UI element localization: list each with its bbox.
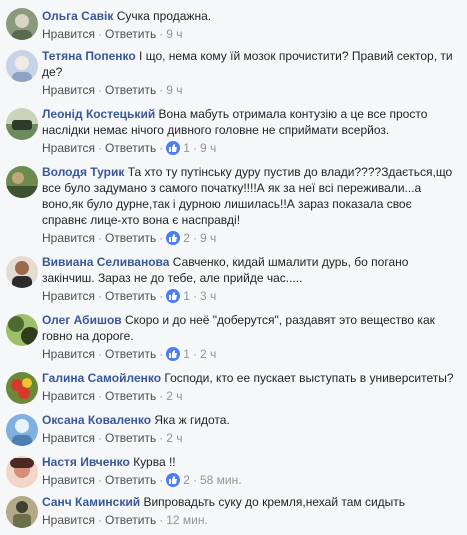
avatar[interactable]: [6, 8, 38, 40]
like-reaction-icon[interactable]: [166, 473, 181, 487]
like-link[interactable]: Нравится: [42, 83, 95, 97]
avatar[interactable]: [6, 414, 38, 446]
reply-link[interactable]: Ответить: [105, 231, 156, 245]
reply-link[interactable]: Ответить: [105, 389, 156, 403]
reaction-count[interactable]: 2: [183, 473, 190, 487]
like-link[interactable]: Нравится: [42, 289, 95, 303]
comment-time[interactable]: 9 ч: [166, 83, 182, 97]
author-name[interactable]: Ольга Савік: [42, 9, 113, 23]
comment-time[interactable]: 9 ч: [166, 27, 182, 41]
reply-link[interactable]: Ответить: [105, 431, 156, 445]
comment-actions: Нравится · Ответить · 1 · 9 ч: [42, 141, 217, 155]
comment-actions: Нравится · Ответить · 1 · 3 ч: [42, 289, 217, 303]
comment-actions: Нравится · Ответить · 12 мин.: [42, 513, 208, 527]
avatar[interactable]: [6, 372, 38, 404]
like-link[interactable]: Нравится: [42, 513, 95, 527]
reaction-count[interactable]: 1: [183, 347, 190, 361]
comment-time[interactable]: 2 ч: [166, 431, 182, 445]
author-name[interactable]: Леонід Костецький: [42, 107, 155, 121]
comment-actions: Нравится · Ответить · 9 ч: [42, 27, 183, 41]
comment-time[interactable]: 3 ч: [200, 289, 216, 303]
author-name[interactable]: Олег Абишов: [42, 313, 122, 327]
comment-actions: Нравится · Ответить · 2 · 58 мин.: [42, 473, 242, 487]
avatar[interactable]: [6, 108, 38, 140]
like-link[interactable]: Нравится: [42, 431, 95, 445]
like-link[interactable]: Нравится: [42, 141, 95, 155]
author-name[interactable]: Оксана Коваленко: [42, 413, 151, 427]
like-reaction-icon[interactable]: [166, 289, 181, 303]
like-link[interactable]: Нравится: [42, 473, 95, 487]
reply-link[interactable]: Ответить: [105, 289, 156, 303]
like-reaction-icon[interactable]: [166, 347, 181, 361]
reply-link[interactable]: Ответить: [105, 513, 156, 527]
comment-actions: Нравится · Ответить · 2 ч: [42, 431, 183, 445]
comment-time[interactable]: 2 ч: [200, 347, 216, 361]
comment-list: Ольга Савік Сучка продажна. Нравится · Отв…: [0, 0, 467, 535]
like-link[interactable]: Нравится: [42, 231, 95, 245]
comment-time[interactable]: 58 мин.: [200, 473, 242, 487]
comment-text: Курва !!: [133, 455, 176, 469]
comment-text: Господи, кто ее пускает выступать в унив…: [164, 371, 454, 385]
like-reaction-icon[interactable]: [166, 231, 181, 245]
author-name[interactable]: Тетяна Попенко: [42, 49, 136, 63]
reply-link[interactable]: Ответить: [105, 83, 156, 97]
like-reaction-icon[interactable]: [166, 141, 181, 155]
comment-time[interactable]: 12 мин.: [166, 513, 208, 527]
avatar[interactable]: [6, 50, 38, 82]
comment-actions: Нравится · Ответить · 1 · 2 ч: [42, 347, 217, 361]
reply-link[interactable]: Ответить: [105, 141, 156, 155]
comment-actions: Нравится · Ответить · 9 ч: [42, 83, 183, 97]
avatar[interactable]: [6, 166, 38, 198]
avatar[interactable]: [6, 314, 38, 346]
author-name[interactable]: Санч Каминский: [42, 495, 140, 509]
reply-link[interactable]: Ответить: [105, 27, 156, 41]
author-name[interactable]: Настя Ивченко: [42, 455, 130, 469]
like-link[interactable]: Нравится: [42, 27, 95, 41]
reaction-count[interactable]: 1: [183, 289, 190, 303]
avatar[interactable]: [6, 496, 38, 528]
reply-link[interactable]: Ответить: [105, 347, 156, 361]
author-name[interactable]: Володя Турик: [42, 165, 124, 179]
comment-time[interactable]: 2 ч: [166, 389, 182, 403]
reply-link[interactable]: Ответить: [105, 473, 156, 487]
comment-text: Яка ж гидота.: [154, 413, 230, 427]
comment-time[interactable]: 9 ч: [200, 141, 216, 155]
comment-text: Сучка продажна.: [116, 9, 212, 23]
like-link[interactable]: Нравится: [42, 347, 95, 361]
comment-time[interactable]: 9 ч: [200, 231, 216, 245]
reaction-count[interactable]: 1: [183, 141, 190, 155]
avatar[interactable]: [6, 256, 38, 288]
author-name[interactable]: Вивиана Селиванова: [42, 255, 169, 269]
comment-actions: Нравится · Ответить · 2 ч: [42, 389, 183, 403]
author-name[interactable]: Галина Самойленко: [42, 371, 161, 385]
reaction-count[interactable]: 2: [183, 231, 190, 245]
avatar[interactable]: [6, 456, 38, 488]
comment-actions: Нравится · Ответить · 2 · 9 ч: [42, 231, 217, 245]
comment-text: Випровадьть суку до кремля,нехай там сид…: [143, 495, 406, 509]
like-link[interactable]: Нравится: [42, 389, 95, 403]
